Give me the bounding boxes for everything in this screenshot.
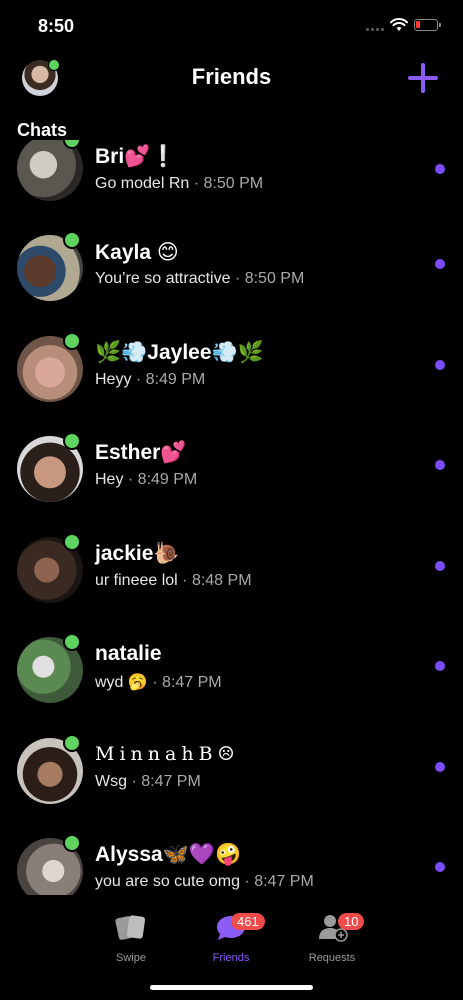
chat-row[interactable]: jackie🐌 ur fineee lol · 8:48 PM (0, 533, 463, 637)
chat-preview: Hey · 8:49 PM (95, 471, 198, 488)
chat-time: 8:50 PM (203, 175, 264, 192)
chat-message: Go model Rn (95, 175, 190, 192)
cellular-signal-icon (366, 28, 384, 31)
chat-preview: You’re so attractive · 8:50 PM (95, 270, 305, 287)
chat-preview: ur fineee lol · 8:48 PM (95, 572, 252, 589)
avatar (17, 432, 83, 502)
online-indicator (63, 432, 81, 450)
unread-dot (435, 661, 445, 671)
chat-message: You’re so attractive (95, 270, 231, 287)
chat-preview: Go model Rn · 8:50 PM (95, 175, 264, 192)
online-indicator (63, 533, 81, 551)
chat-name: MinnahB☹ (95, 743, 240, 765)
chat-time: 8:50 PM (244, 270, 305, 287)
notification-badge: 10 (338, 913, 365, 930)
unread-dot (435, 762, 445, 772)
online-indicator (63, 332, 81, 350)
tab-label: Requests (308, 952, 356, 964)
unread-dot (435, 164, 445, 174)
avatar (17, 734, 83, 804)
chat-message: ur fineee lol (95, 572, 178, 589)
avatar (17, 231, 83, 301)
chat-preview: wyd 🥱 · 8:47 PM (95, 674, 222, 691)
chat-time: 8:47 PM (141, 773, 201, 790)
chat-row[interactable]: Esther💕 Hey · 8:49 PM (0, 432, 463, 536)
chat-name: 🌿💨Jaylee💨🌿 (95, 341, 264, 364)
tab-friends[interactable]: Friends 461 (181, 913, 281, 964)
tab-requests[interactable]: Requests 10 (282, 913, 382, 964)
header: Friends (0, 54, 463, 104)
chat-row[interactable]: Kayla 😊 You’re so attractive · 8:50 PM (0, 231, 463, 335)
unread-dot (435, 862, 445, 872)
notification-badge: 461 (231, 913, 265, 930)
unread-dot (435, 561, 445, 571)
chat-name: natalie (95, 642, 162, 665)
chat-row[interactable]: 🌿💨Jaylee💨🌿 Heyy · 8:49 PM (0, 332, 463, 436)
chat-preview: Heyy · 8:49 PM (95, 371, 206, 388)
add-friend-button[interactable] (405, 60, 441, 96)
chat-time: 8:47 PM (162, 674, 222, 691)
chat-name: Esther💕 (95, 441, 187, 464)
chat-preview: Wsg · 8:47 PM (95, 773, 201, 790)
chat-name: Bri💕❕ (95, 145, 177, 168)
chat-message: Hey (95, 471, 124, 488)
section-title-chats: Chats (17, 120, 68, 140)
page-title: Friends (191, 64, 272, 89)
battery-icon (414, 19, 441, 31)
unread-dot (435, 259, 445, 269)
online-indicator (63, 834, 81, 852)
chat-time: 8:48 PM (191, 572, 252, 589)
tab-swipe[interactable]: Swipe (81, 913, 181, 964)
chat-message: Heyy (95, 371, 132, 388)
avatar (17, 140, 83, 201)
chat-time: 8:49 PM (137, 471, 198, 488)
chat-row[interactable]: Bri💕❕ Go model Rn · 8:50 PM (0, 140, 463, 240)
chat-row[interactable]: Alyssa🦋💜🤪 you are so cute omg · 8:47 PM (0, 834, 463, 895)
cards-icon (115, 915, 146, 940)
avatar (17, 533, 83, 603)
status-time: 8:50 (38, 16, 75, 36)
online-indicator (63, 734, 81, 752)
unread-dot (435, 460, 445, 470)
chat-message: wyd 🥱 (95, 674, 148, 691)
chat-row[interactable]: natalie wyd 🥱 · 8:47 PM (0, 633, 463, 737)
tab-label: Friends (212, 952, 250, 964)
avatar (17, 834, 83, 895)
tab-label: Swipe (116, 952, 146, 964)
online-indicator (63, 140, 81, 149)
chat-time: 8:49 PM (145, 371, 206, 388)
chat-name: Kayla 😊 (95, 241, 179, 264)
avatar (17, 633, 83, 703)
unread-dot (435, 360, 445, 370)
chat-preview: you are so cute omg · 8:47 PM (95, 873, 314, 890)
avatar (17, 332, 83, 402)
status-bar: 8:50 (0, 0, 463, 54)
chat-message: you are so cute omg (95, 873, 240, 890)
online-indicator (63, 633, 81, 651)
chat-row[interactable]: MinnahB☹ Wsg · 8:47 PM (0, 734, 463, 838)
chat-name: Alyssa🦋💜🤪 (95, 843, 242, 866)
chat-time: 8:47 PM (254, 873, 314, 890)
chat-message: Wsg (95, 773, 127, 790)
home-indicator (150, 985, 313, 990)
online-indicator (63, 231, 81, 249)
wifi-icon (390, 18, 408, 31)
chat-name: jackie🐌 (95, 542, 180, 565)
chat-list[interactable]: Bri💕❕ Go model Rn · 8:50 PM Kayla 😊 You’… (0, 140, 463, 895)
